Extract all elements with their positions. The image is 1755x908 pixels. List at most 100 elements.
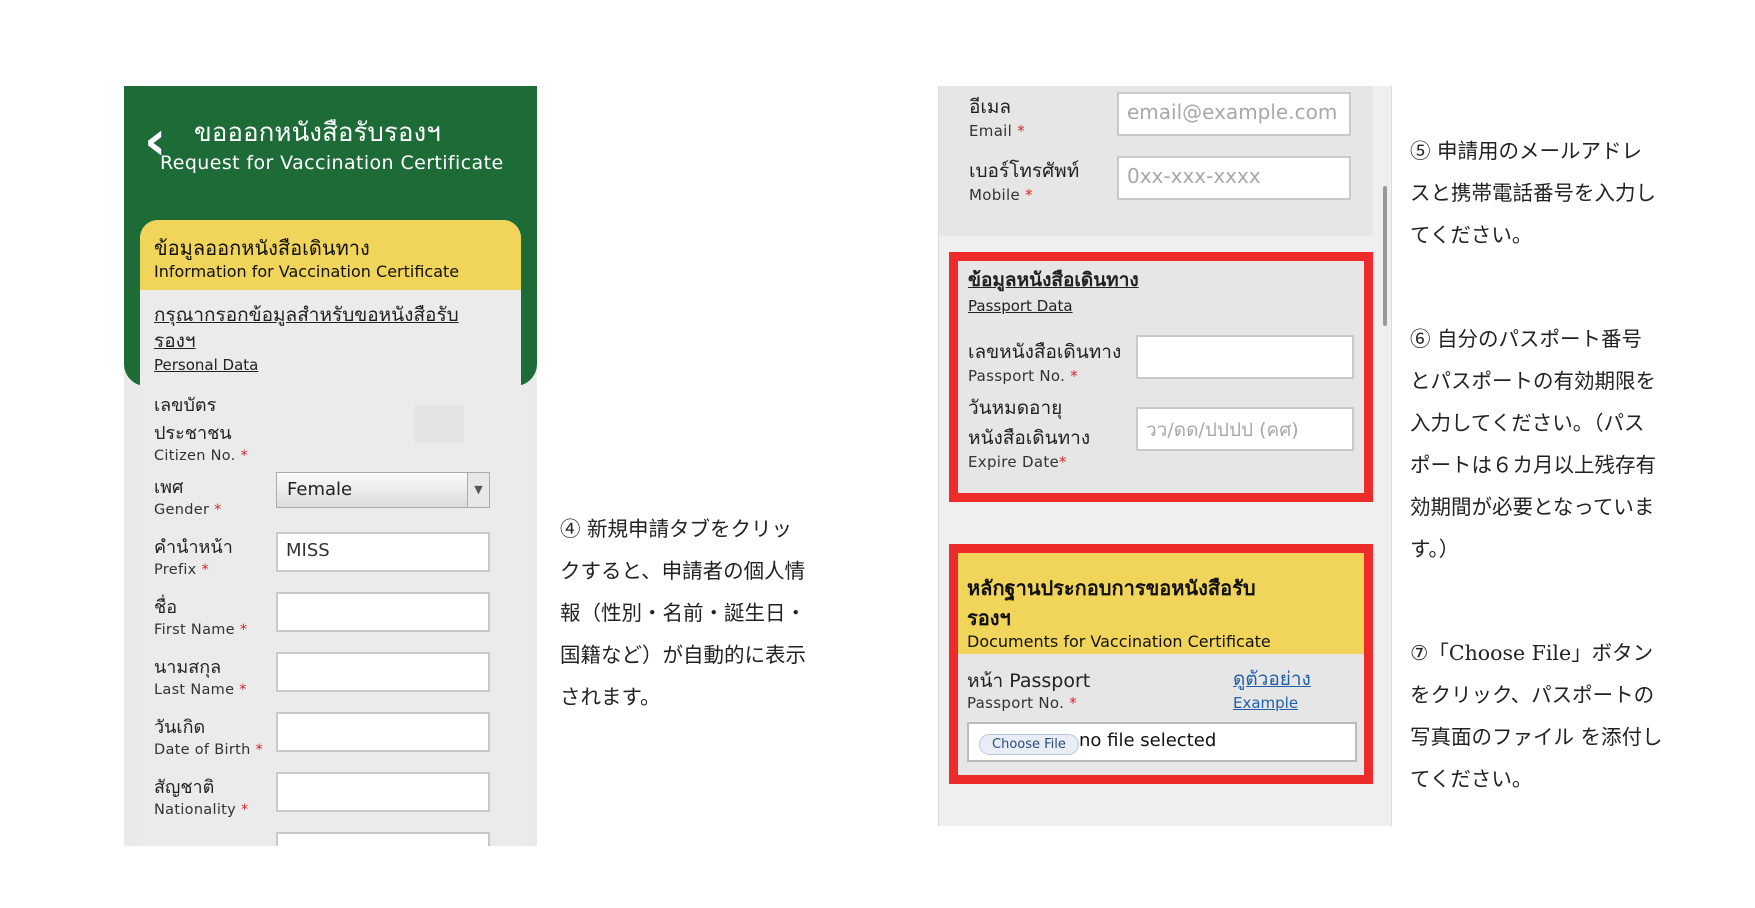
- citizen-label-thai-line2: ประชาชน: [154, 423, 232, 444]
- note-7-line: をクリック、パスポートの: [1410, 683, 1655, 707]
- dob-label: Date of Birth *: [154, 742, 263, 758]
- prefix-input-value: MISS: [286, 540, 330, 561]
- expire-label-thai-line2: หนังสือเดินทาง: [968, 427, 1091, 449]
- required-mark: *: [240, 448, 249, 464]
- note-7-line: ⑦「Choose File」ボタン: [1410, 641, 1654, 665]
- mobile-label-thai: เบอร์โทรศัพท์: [969, 160, 1080, 182]
- citizen-label-thai: เลขบัตร: [154, 395, 217, 416]
- passport-no-label-text: Passport No.: [968, 367, 1066, 385]
- dob-label-text: Date of Birth: [154, 742, 251, 758]
- page-title-thai: ขอออกหนังสือรับรองฯ: [194, 118, 441, 148]
- prefix-input[interactable]: MISS: [276, 532, 490, 572]
- note-4-line: 国籍など）が自動的に表示: [560, 643, 806, 667]
- section-title-thai-line2: รองฯ: [154, 330, 196, 352]
- section-title-english: Personal Data: [154, 356, 259, 374]
- note-6-line: す。）: [1410, 537, 1460, 561]
- mobile-label: Mobile *: [969, 186, 1033, 204]
- mobile-label-text: Mobile: [969, 186, 1021, 204]
- email-input[interactable]: email@example.com: [1117, 92, 1351, 136]
- note-5-line: てください。: [1410, 223, 1533, 247]
- email-label: Email *: [969, 122, 1025, 140]
- note-7-line: てください。: [1410, 767, 1533, 791]
- form-card: ข้อมูลออกหนังสือเดินทาง Information for …: [140, 220, 521, 846]
- gender-label-thai: เพศ: [154, 477, 184, 498]
- email-placeholder: email@example.com: [1127, 100, 1338, 124]
- last-name-label-text: Last Name: [154, 682, 235, 698]
- required-mark: *: [255, 742, 264, 758]
- passport-no-label: Passport No. *: [968, 367, 1078, 385]
- note-7-line: 写真面のファイル を添付し: [1410, 725, 1663, 749]
- dob-input[interactable]: [276, 712, 490, 752]
- required-mark: *: [201, 562, 210, 578]
- contact-section: อีเมล Email * email@example.com เบอร์โทร…: [939, 86, 1373, 236]
- note-6: ⑥ 自分のパスポート番号 とパスポートの有効期限を 入力してください。（パス ポ…: [1410, 318, 1710, 570]
- mobile-input[interactable]: 0xx-xxx-xxxx: [1117, 156, 1351, 200]
- note-6-line: ポートは６カ月以上残存有: [1410, 453, 1656, 477]
- citizen-no-field: [414, 406, 464, 442]
- nationality-input[interactable]: [276, 772, 490, 812]
- required-mark: *: [239, 682, 247, 698]
- first-name-label-thai: ชื่อ: [154, 597, 178, 618]
- scrollbar[interactable]: [1383, 186, 1387, 326]
- required-mark: *: [1070, 367, 1079, 385]
- next-field-input-partial[interactable]: [276, 832, 490, 846]
- expire-date-input[interactable]: วว/ดด/ปปปป (คศ): [1136, 407, 1354, 451]
- last-name-label: Last Name *: [154, 682, 247, 698]
- note-6-line: 効期間が必要となっていま: [1410, 495, 1655, 519]
- section-title-thai: กรุณากรอกข้อมูลสำหรับขอหนังสือรับ: [154, 304, 459, 326]
- required-mark: *: [1017, 122, 1026, 140]
- citizen-label-text: Citizen No.: [154, 448, 236, 464]
- email-label-text: Email: [969, 122, 1013, 140]
- last-name-input[interactable]: [276, 652, 490, 692]
- phone-screenshot-personal-data: ‹ ขอออกหนังสือรับรองฯ Request for Vaccin…: [124, 86, 537, 846]
- required-mark: *: [240, 802, 249, 818]
- note-5-line: スと携帯電話番号を入力し: [1410, 181, 1656, 205]
- required-mark: *: [239, 622, 248, 638]
- card-title-english: Information for Vaccination Certificate: [154, 262, 460, 281]
- note-4: ④ 新規申請タブをクリッ クすると、申請者の個人情 報（性別・名前・誕生日・ 国…: [560, 508, 850, 718]
- nationality-label-thai: สัญชาติ: [154, 777, 215, 798]
- expire-label-thai: วันหมดอายุ: [968, 397, 1063, 419]
- prefix-label-text: Prefix: [154, 562, 197, 578]
- gender-select[interactable]: Female ▼: [276, 472, 490, 508]
- passport-no-input[interactable]: [1136, 335, 1354, 379]
- note-7: ⑦「Choose File」ボタン をクリック、パスポートの 写真面のファイル …: [1410, 632, 1710, 800]
- note-6-line: ⑥ 自分のパスポート番号: [1410, 327, 1643, 351]
- gender-label: Gender *: [154, 502, 222, 518]
- note-4-line: クすると、申請者の個人情: [560, 559, 806, 583]
- mobile-placeholder: 0xx-xxx-xxxx: [1127, 164, 1261, 188]
- phone-screenshot-passport-data: อีเมล Email * email@example.com เบอร์โทร…: [938, 86, 1392, 826]
- note-6-line: とパスポートの有効期限を: [1410, 369, 1656, 393]
- expire-date-placeholder: วว/ดด/ปปปป (คศ): [1146, 419, 1299, 441]
- card-title-thai: ข้อมูลออกหนังสือเดินทาง: [154, 236, 370, 260]
- email-label-thai: อีเมล: [969, 96, 1012, 118]
- documents-section-highlight: [949, 544, 1373, 784]
- gender-label-text: Gender: [154, 502, 210, 518]
- passport-data-section-highlight: ข้อมูลหนังสือเดินทาง Passport Data เลขหน…: [949, 252, 1373, 502]
- prefix-label-thai: คำนำหน้า: [154, 537, 233, 558]
- note-4-line: 報（性別・名前・誕生日・: [560, 601, 806, 625]
- nationality-label-text: Nationality: [154, 802, 237, 818]
- form-card-header: ข้อมูลออกหนังสือเดินทาง Information for …: [140, 220, 521, 290]
- required-mark: *: [1059, 453, 1067, 471]
- gender-select-value: Female: [287, 479, 353, 500]
- note-4-line: されます。: [560, 685, 661, 709]
- nationality-label: Nationality *: [154, 802, 249, 818]
- dob-label-thai: วันเกิด: [154, 717, 206, 738]
- citizen-label: Citizen No. *: [154, 448, 248, 464]
- prefix-label: Prefix *: [154, 562, 209, 578]
- passport-no-label-thai: เลขหนังสือเดินทาง: [968, 341, 1122, 363]
- first-name-label-text: First Name: [154, 622, 235, 638]
- first-name-label: First Name *: [154, 622, 247, 638]
- note-4-line: ④ 新規申請タブをクリッ: [560, 517, 793, 541]
- passport-section-title-thai: ข้อมูลหนังสือเดินทาง: [968, 269, 1139, 291]
- chevron-down-icon: ▼: [467, 473, 489, 507]
- first-name-input[interactable]: [276, 592, 490, 632]
- required-mark: *: [1025, 186, 1033, 204]
- last-name-label-thai: นามสกุล: [154, 657, 222, 678]
- note-6-line: 入力してください。（パス: [1410, 411, 1645, 435]
- passport-section-title-english: Passport Data: [968, 297, 1073, 315]
- note-5-line: ⑤ 申請用のメールアドレ: [1410, 139, 1643, 163]
- required-mark: *: [214, 502, 222, 518]
- note-5: ⑤ 申請用のメールアドレ スと携帯電話番号を入力し てください。: [1410, 130, 1710, 256]
